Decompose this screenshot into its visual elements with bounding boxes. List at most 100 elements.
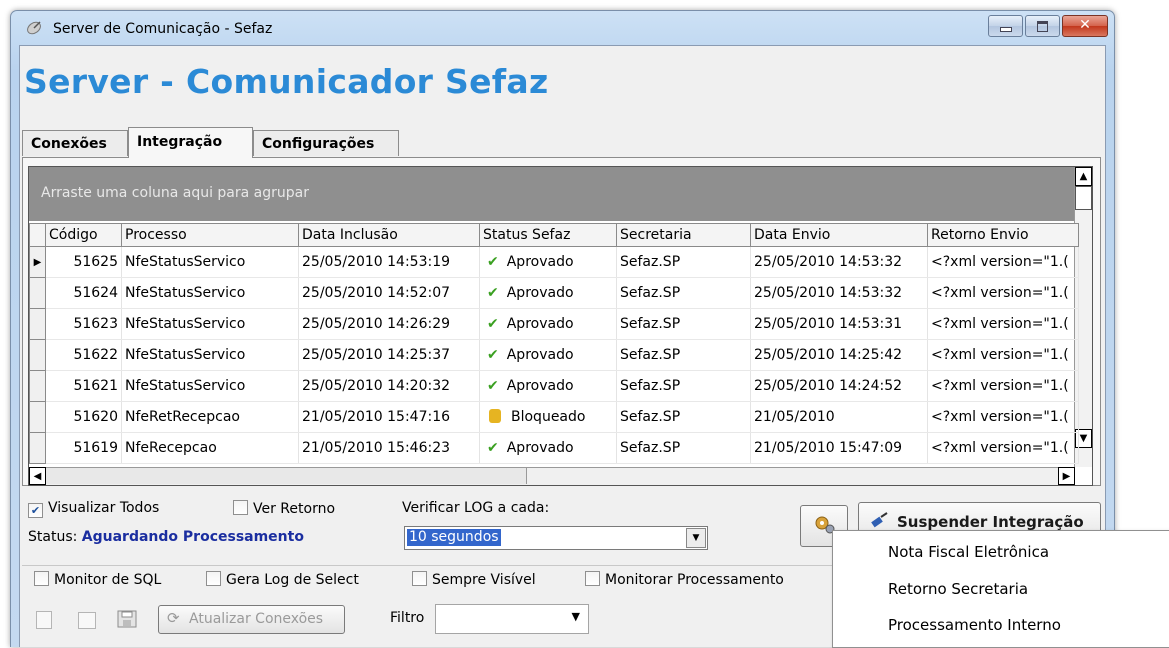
cell-codigo: 51620 [45,401,122,433]
cell-status: ✔ Aprovado [479,308,617,340]
sempre-visivel-checkbox[interactable]: Sempre Visível [412,571,536,588]
tab-configuracoes[interactable]: Configurações [253,130,399,156]
arrow-right-icon: ▶ [1062,470,1071,482]
row-selector[interactable] [29,432,46,464]
verificar-log-label: Verificar LOG a cada: [402,500,550,516]
hscroll-thumb[interactable] [46,468,527,484]
lock-icon [489,409,501,423]
visualizar-todos-checkbox[interactable]: ✔ Visualizar Todos [28,500,159,518]
new-document-icon[interactable] [36,611,52,629]
integration-grid: Arraste uma coluna aqui para agrupar ▲ ▼… [28,166,1093,486]
chevron-down-icon: ▼ [571,610,580,623]
status-label: Status: [28,529,78,545]
minimize-button[interactable] [988,15,1023,37]
atualizar-conexoes-button[interactable]: ⟳ Atualizar Conexões [158,605,345,634]
check-icon: ✔ [487,378,499,394]
column-header[interactable]: Código [45,223,122,247]
cell-retorno: <?xml version="1.( [927,432,1079,464]
verificar-log-select[interactable]: 10 segundos ▼ [404,526,708,550]
ver-retorno-label: Ver Retorno [253,501,336,517]
cell-data-inclusao: 21/05/2010 15:46:23 [298,432,480,464]
table-row[interactable]: 51621 NfeStatusServico 25/05/2010 14:20:… [29,370,1079,402]
arrow-up-icon: ▲ [1079,171,1088,182]
row-selector[interactable] [29,277,46,309]
cell-data-envio: 25/05/2010 14:53:32 [750,246,928,278]
caption-buttons: ✕ [986,15,1108,37]
monitor-sql-label: Monitor de SQL [54,572,162,588]
atualizar-label: Atualizar Conexões [189,611,324,627]
cell-codigo: 51621 [45,370,122,402]
save-icon[interactable] [117,610,137,628]
maximize-icon [1037,21,1048,32]
column-header[interactable]: Processo [121,223,299,247]
cell-processo: NfeStatusServico [121,308,299,340]
cell-data-envio: 25/05/2010 14:53:31 [750,308,928,340]
sempre-visivel-label: Sempre Visível [432,572,536,588]
table-row[interactable]: 51620 NfeRetRecepcao 21/05/2010 15:47:16… [29,401,1079,433]
column-header[interactable]: Status Sefaz [479,223,617,247]
cell-data-envio: 25/05/2010 14:24:52 [750,370,928,402]
cell-data-inclusao: 25/05/2010 14:20:32 [298,370,480,402]
cell-status: ✔ Aprovado [479,432,617,464]
blank-icon[interactable] [78,612,96,629]
current-row-icon: ▶ [33,256,42,268]
status-text: Aprovado [506,316,574,332]
cell-secretaria: Sefaz.SP [616,432,751,464]
scroll-left-button[interactable]: ◀ [29,467,46,485]
cell-codigo: 51625 [45,246,122,278]
scroll-up-button[interactable]: ▲ [1075,167,1092,186]
status-text: Aprovado [506,378,574,394]
cell-secretaria: Sefaz.SP [616,246,751,278]
row-selector[interactable] [29,370,46,402]
scroll-right-button[interactable]: ▶ [1058,467,1075,485]
group-by-hint: Arraste uma coluna aqui para agrupar [41,185,309,201]
table-row[interactable]: 51622 NfeStatusServico 25/05/2010 14:25:… [29,339,1079,371]
arrow-down-icon: ▼ [1079,433,1088,444]
status-text: Aprovado [506,440,574,456]
table-row[interactable]: 51623 NfeStatusServico 25/05/2010 14:26:… [29,308,1079,340]
tab-conexoes[interactable]: Conexões [22,130,128,156]
window-title: Server de Comunicação - Sefaz [53,21,273,37]
check-icon: ✔ [487,440,499,456]
table-row[interactable]: ▶ 51625 NfeStatusServico 25/05/2010 14:5… [29,246,1079,278]
cell-data-inclusao: 25/05/2010 14:53:19 [298,246,480,278]
menu-item-nota-fiscal[interactable]: Nota Fiscal Eletrônica [888,543,1049,561]
row-selector[interactable] [29,401,46,433]
verificar-log-value: 10 segundos [407,529,501,546]
row-selector[interactable] [29,339,46,371]
close-button[interactable]: ✕ [1062,15,1108,37]
status-value: Aguardando Processamento [81,529,304,545]
ver-retorno-checkbox[interactable]: Ver Retorno [233,500,335,517]
menu-item-retorno-secretaria[interactable]: Retorno Secretaria [888,580,1028,598]
column-header[interactable]: Retorno Envio [927,223,1079,247]
cell-data-inclusao: 25/05/2010 14:25:37 [298,339,480,371]
column-header[interactable]: Secretaria [616,223,751,247]
cell-data-envio: 21/05/2010 [750,401,928,433]
tab-integracao[interactable]: Integração [128,127,253,158]
row-selector[interactable]: ▶ [29,246,46,278]
filtro-select[interactable]: ▼ [435,604,589,634]
cell-processo: NfeRetRecepcao [121,401,299,433]
monitorar-processamento-checkbox[interactable]: Monitorar Processamento [585,571,784,588]
title-bar[interactable]: Server de Comunicação - Sefaz ✕ [11,11,1114,45]
scroll-thumb[interactable] [1075,186,1092,210]
checkbox-icon [412,571,427,586]
row-selector[interactable] [29,308,46,340]
satellite-dish-icon [27,21,41,35]
monitor-sql-checkbox[interactable]: Monitor de SQL [34,571,161,588]
cell-processo: NfeRecepcao [121,432,299,464]
cell-data-envio: 25/05/2010 14:53:32 [750,277,928,309]
maximize-button[interactable] [1025,15,1060,37]
horizontal-scrollbar[interactable]: ◀ ▶ [29,467,1075,485]
table-row[interactable]: 51624 NfeStatusServico 25/05/2010 14:52:… [29,277,1079,309]
suspender-label: Suspender Integração [897,513,1084,531]
menu-item-processamento-interno[interactable]: Processamento Interno [888,616,1061,634]
table-row[interactable]: 51619 NfeRecepcao 21/05/2010 15:46:23 ✔ A… [29,432,1079,464]
gera-log-checkbox[interactable]: Gera Log de Select [206,571,359,588]
dropdown-arrow-icon[interactable]: ▼ [686,528,706,548]
column-header[interactable]: Data Envio [750,223,928,247]
cell-data-envio: 25/05/2010 14:25:42 [750,339,928,371]
close-icon: ✕ [1079,17,1091,33]
column-header[interactable]: Data Inclusão [298,223,480,247]
group-by-area[interactable]: Arraste uma coluna aqui para agrupar [29,167,1079,221]
